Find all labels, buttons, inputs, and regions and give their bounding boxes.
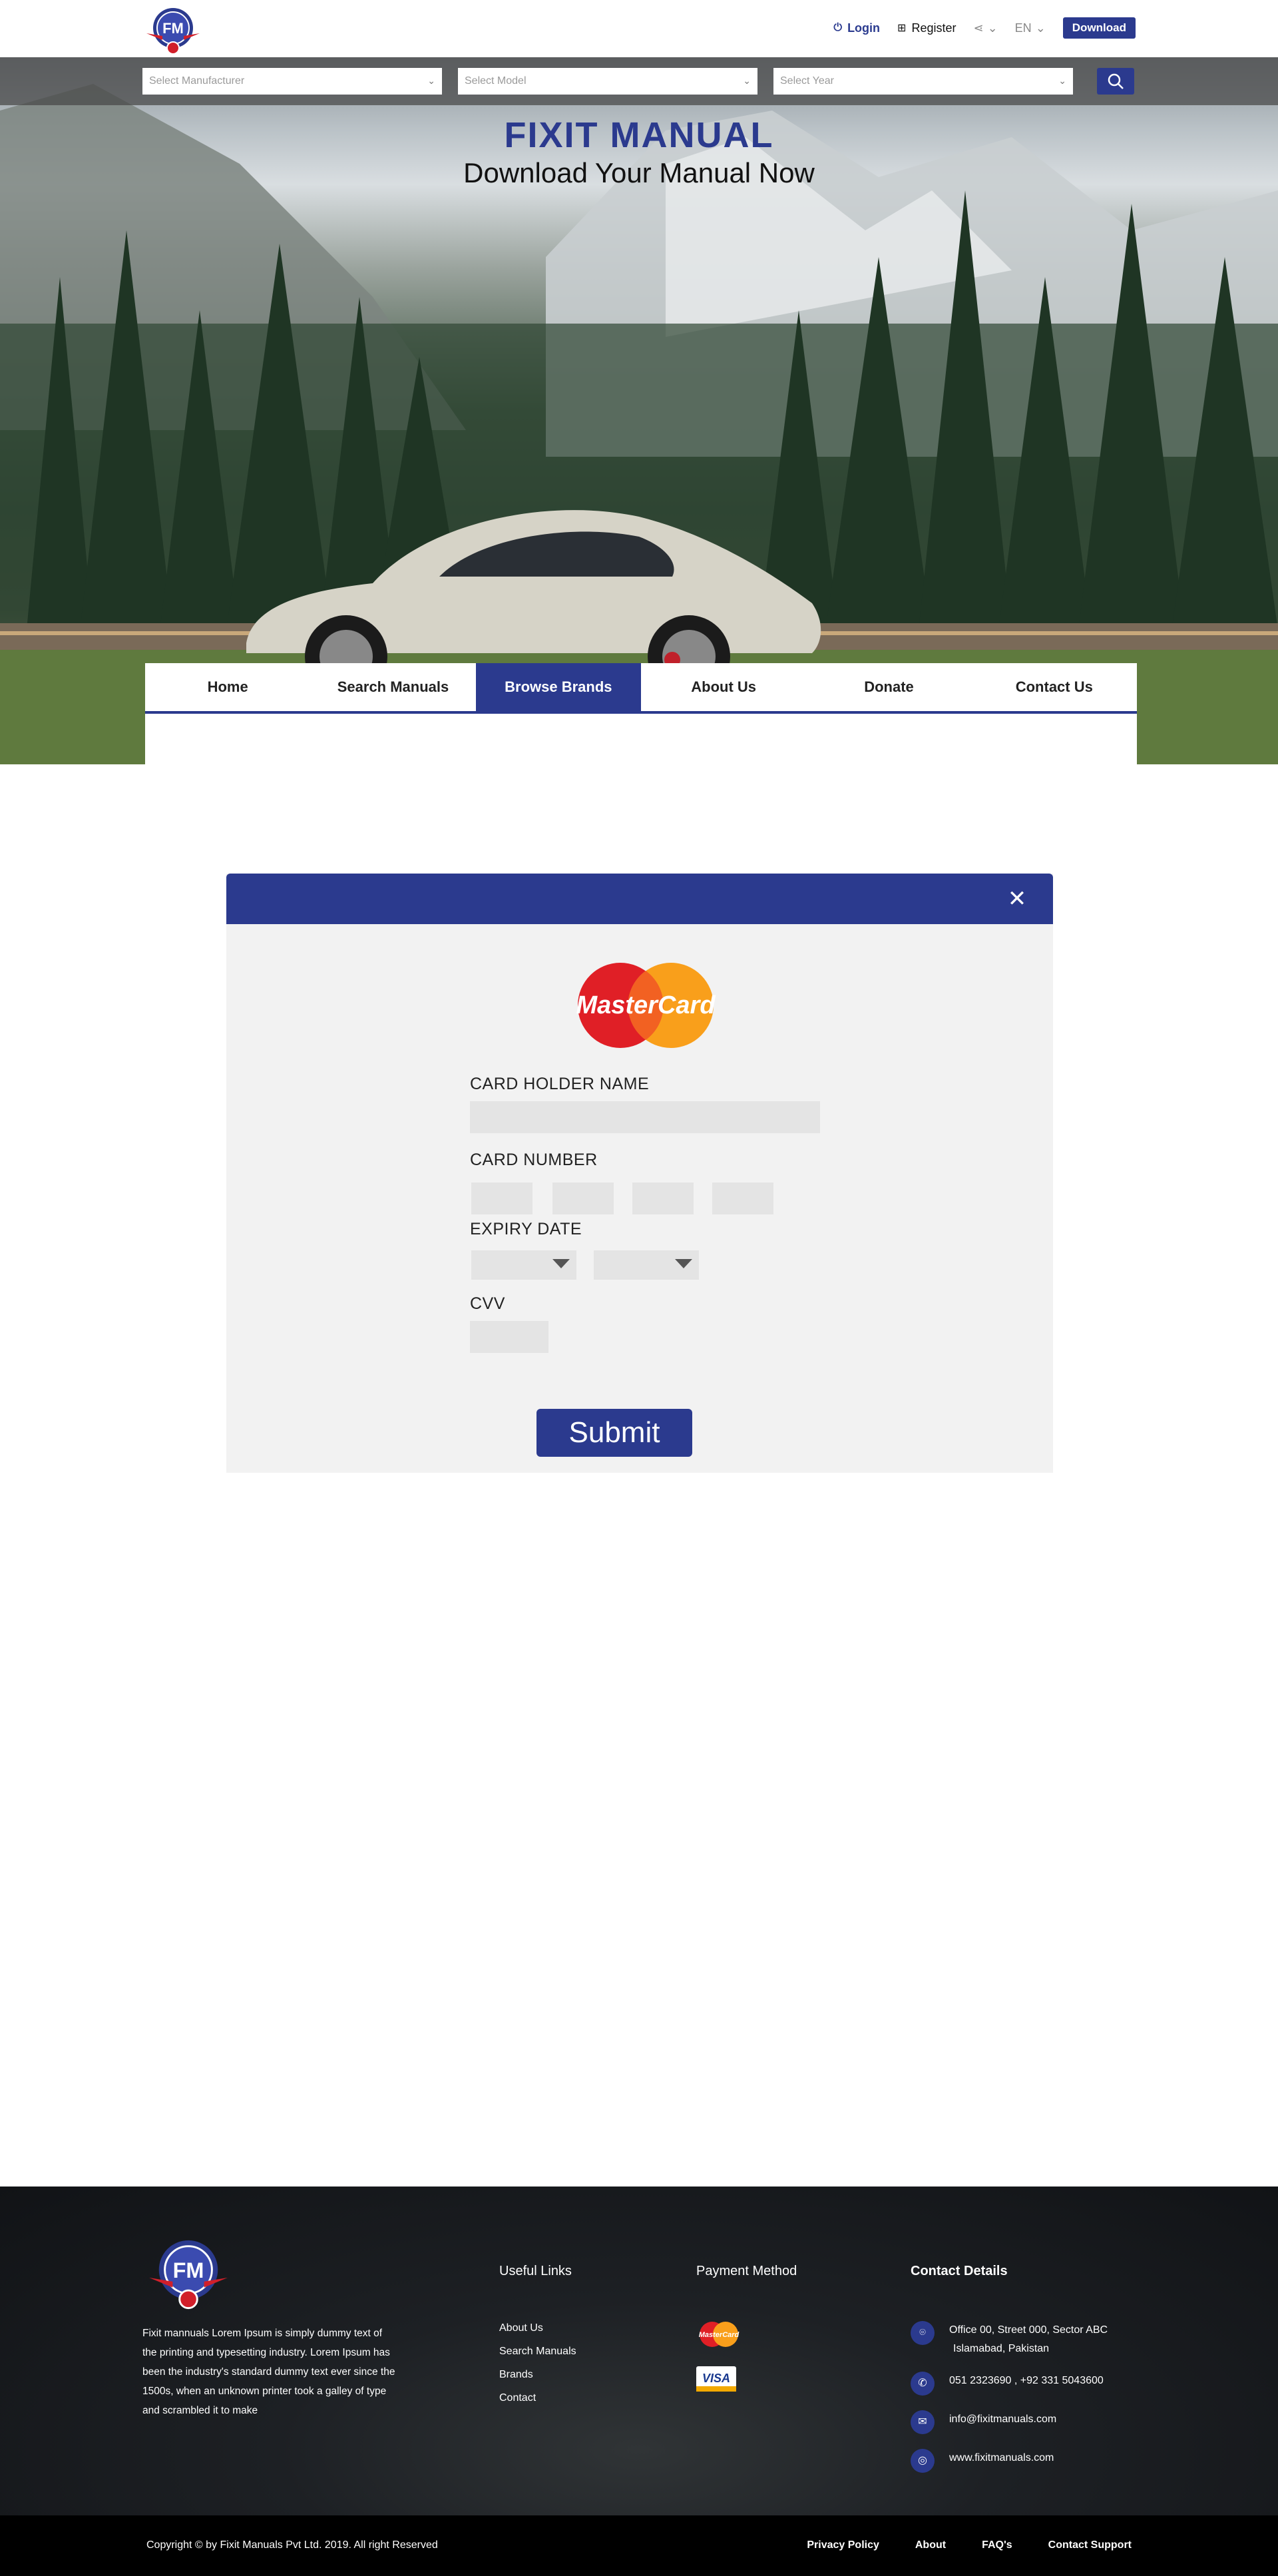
address-line-2: Islamabad, Pakistan: [953, 2343, 1050, 2354]
register-link[interactable]: ⊞ Register: [897, 21, 956, 35]
mastercard-wordmark: MasterCard: [576, 991, 716, 1019]
bottom-bar: Copyright © by Fixit Manuals Pvt Ltd. 20…: [0, 2515, 1278, 2576]
login-label: Login: [847, 21, 881, 35]
phone-icon: ✆: [911, 2372, 935, 2396]
footer-link-about-us[interactable]: About Us: [499, 2322, 576, 2346]
top-header: FM ⏻ Login ⊞ Register ⋖ ⌄ EN ⌄ Download: [0, 0, 1278, 57]
hero-title: FIXIT MANUAL: [504, 115, 774, 155]
contact-address: ⌾ Office 00, Street 000, Sector ABC Isla…: [911, 2321, 1108, 2358]
visa-icon: VISA: [696, 2366, 736, 2392]
phone-text: 051 2323690 , +92 331 5043600: [949, 2375, 1104, 2386]
hero-subtitle: Download Your Manual Now: [463, 157, 815, 188]
manufacturer-placeholder: Select Manufacturer: [149, 75, 245, 87]
about-link[interactable]: About: [915, 2539, 946, 2551]
mastercard-logo: MasterCard: [576, 963, 716, 1048]
plus-square-icon: ⊞: [897, 23, 907, 34]
nav-donate[interactable]: Donate: [806, 663, 971, 711]
hero-banner: Select Manufacturer ⌄ Select Model ⌄ Sel…: [0, 57, 1278, 764]
email-text: info@fixitmanuals.com: [949, 2414, 1057, 2425]
expiry-year-select[interactable]: [594, 1250, 699, 1280]
bottom-links: Privacy Policy About FAQ's Contact Suppo…: [807, 2539, 1132, 2551]
main-nav: Home Search Manuals Browse Brands About …: [145, 663, 1137, 714]
language-label: EN: [1014, 21, 1032, 35]
contact-support-link[interactable]: Contact Support: [1048, 2539, 1132, 2551]
mastercard-icon-label: MasterCard: [699, 2331, 740, 2339]
useful-links-list: About Us Search Manuals Brands Contact: [499, 2322, 576, 2416]
location-pin-icon: ⌾: [911, 2321, 935, 2345]
year-select[interactable]: Select Year ⌄: [773, 68, 1073, 95]
website-text: www.fixitmanuals.com: [949, 2452, 1054, 2463]
card-number-input-1[interactable]: [471, 1182, 532, 1214]
card-holder-label: CARD HOLDER NAME: [470, 1075, 650, 1093]
payment-modal: ✕ MasterCard CARD HOLDER NAME CARD NUMBE…: [226, 874, 1053, 1473]
nav-search-manuals[interactable]: Search Manuals: [310, 663, 475, 711]
globe-icon: ◎: [911, 2449, 935, 2473]
contact-phone: ✆ 051 2323690 , +92 331 5043600: [911, 2372, 1104, 2396]
footer-logo[interactable]: FM: [142, 2234, 234, 2313]
site-logo[interactable]: FM: [142, 4, 204, 57]
close-icon[interactable]: ✕: [1005, 887, 1029, 911]
footer-link-contact[interactable]: Contact: [499, 2392, 576, 2416]
expiry-month-select[interactable]: [471, 1250, 576, 1280]
modal-header: ✕: [226, 874, 1053, 924]
search-icon: [1108, 73, 1124, 89]
dropdown-arrow-icon: [552, 1259, 570, 1268]
model-placeholder: Select Model: [465, 75, 527, 87]
contact-email[interactable]: ✉ info@fixitmanuals.com: [911, 2410, 1056, 2434]
nav-contact-us[interactable]: Contact Us: [972, 663, 1137, 711]
useful-links-title: Useful Links: [499, 2264, 572, 2278]
contact-website[interactable]: ◎ www.fixitmanuals.com: [911, 2449, 1054, 2473]
faq-link[interactable]: FAQ's: [982, 2539, 1012, 2551]
expiry-date-label: EXPIRY DATE: [470, 1220, 582, 1238]
dropdown-arrow-icon: [675, 1259, 692, 1268]
nav-browse-brands[interactable]: Browse Brands: [475, 663, 641, 711]
visa-icon-label: VISA: [702, 2372, 730, 2385]
cvv-input[interactable]: [470, 1321, 548, 1353]
header-links: ⏻ Login ⊞ Register ⋖ ⌄ EN ⌄ Download: [833, 16, 1136, 40]
search-bar: Select Manufacturer ⌄ Select Model ⌄ Sel…: [0, 57, 1278, 105]
footer-about-text: Fixit mannuals Lorem Ipsum is simply dum…: [142, 2328, 395, 2416]
mail-icon: ✉: [911, 2410, 935, 2434]
payment-method-title: Payment Method: [696, 2264, 797, 2278]
card-number-input-4[interactable]: [712, 1182, 773, 1214]
footer-link-search-manuals[interactable]: Search Manuals: [499, 2346, 576, 2369]
year-placeholder: Select Year: [780, 75, 834, 87]
search-button[interactable]: [1097, 68, 1134, 95]
nav-about-us[interactable]: About Us: [641, 663, 806, 711]
mastercard-icon: MasterCard: [699, 2322, 740, 2347]
card-number-label: CARD NUMBER: [470, 1151, 598, 1169]
card-holder-input[interactable]: [470, 1101, 820, 1133]
power-icon: ⏻: [833, 22, 843, 33]
contact-details-title: Contact Details: [911, 2264, 1008, 2278]
manufacturer-select[interactable]: Select Manufacturer ⌄: [142, 68, 442, 95]
page: FM ⏻ Login ⊞ Register ⋖ ⌄ EN ⌄ Download: [0, 0, 1278, 2576]
footer-link-brands[interactable]: Brands: [499, 2369, 576, 2392]
chevron-down-icon: ⌄: [987, 21, 998, 35]
model-select[interactable]: Select Model ⌄: [458, 68, 757, 95]
nav-underpanel: [145, 714, 1137, 764]
address-line-1: Office 00, Street 000, Sector ABC: [949, 2324, 1108, 2336]
chevron-down-icon: ⌄: [1035, 21, 1046, 35]
share-icon: ⋖: [973, 21, 984, 35]
privacy-policy-link[interactable]: Privacy Policy: [807, 2539, 879, 2551]
chevron-down-icon: ⌄: [427, 75, 435, 86]
chevron-down-icon: ⌄: [743, 75, 751, 86]
card-number-input-3[interactable]: [632, 1182, 694, 1214]
download-button[interactable]: Download: [1062, 17, 1136, 39]
nav-home[interactable]: Home: [145, 663, 310, 711]
logo-initials: FM: [162, 20, 184, 37]
footer: FM Fixit mannuals Lorem Ipsum is simply …: [0, 2187, 1278, 2515]
login-link[interactable]: ⏻ Login: [833, 21, 880, 35]
share-menu[interactable]: ⋖ ⌄: [973, 21, 997, 35]
language-select[interactable]: EN ⌄: [1015, 21, 1046, 35]
register-label: Register: [911, 21, 957, 35]
cvv-label: CVV: [470, 1294, 505, 1313]
chevron-down-icon: ⌄: [1058, 75, 1066, 86]
submit-button[interactable]: Submit: [536, 1409, 692, 1457]
copyright-text: Copyright © by Fixit Manuals Pvt Ltd. 20…: [146, 2539, 438, 2551]
card-number-input-2[interactable]: [552, 1182, 614, 1214]
footer-logo-initials: FM: [173, 2258, 204, 2282]
